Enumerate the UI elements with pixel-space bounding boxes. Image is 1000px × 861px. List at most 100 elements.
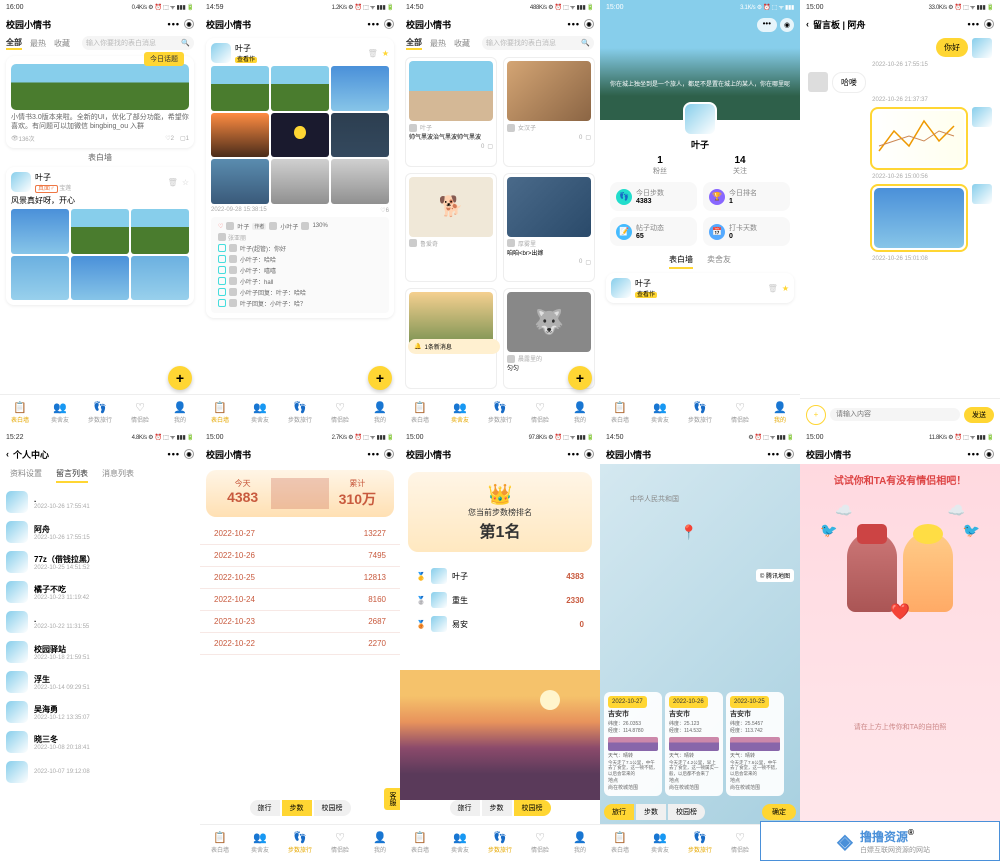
back-icon[interactable]: ‹ xyxy=(6,449,9,459)
more-icon[interactable]: ••• xyxy=(168,19,180,29)
fab-add[interactable]: + xyxy=(368,366,392,390)
nav-wall[interactable]: 📋表白墙 xyxy=(600,825,640,860)
fab-add[interactable]: + xyxy=(168,366,192,390)
feed-item[interactable]: 厚雾里咱咱<br>出嫁0▢ xyxy=(503,173,595,283)
target-icon[interactable]: ◉ xyxy=(784,449,794,459)
nav-steps[interactable]: 👣步数旅行 xyxy=(280,395,320,430)
target-icon[interactable]: ◉ xyxy=(184,449,194,459)
topic-card[interactable]: 今日话题 小情书3.0版本来啦。全新的UI，优化了部分功能，希望你喜欢。有问题可… xyxy=(6,56,194,148)
stat-rank[interactable]: 🏆今日排名1 xyxy=(703,182,790,211)
nav-roommate[interactable]: 👥卖舍友 xyxy=(440,825,480,860)
nav-couple[interactable]: ♡情侣脸 xyxy=(520,825,560,860)
message-item[interactable]: .2022-10-22 11:31:55 xyxy=(0,607,200,637)
nav-mine[interactable]: 👤我的 xyxy=(160,395,200,430)
fab-add[interactable]: + xyxy=(568,366,592,390)
nav-roommate[interactable]: 👥卖舍友 xyxy=(240,825,280,860)
stat-checkin[interactable]: 📅打卡天数0 xyxy=(703,217,790,246)
stat-steps[interactable]: 👣今日步数4383 xyxy=(610,182,697,211)
nav-mine[interactable]: 👤我的 xyxy=(560,395,600,430)
pill-travel[interactable]: 旅行 xyxy=(250,800,280,816)
target-icon[interactable]: ◉ xyxy=(584,19,594,29)
back-icon[interactable]: ‹ xyxy=(806,19,809,29)
search-input[interactable]: 输入你要找的表白消息 xyxy=(82,36,194,50)
nav-steps[interactable]: 👣步数旅行 xyxy=(80,395,120,430)
send-button[interactable]: 发送 xyxy=(964,407,994,423)
attach-button[interactable]: + xyxy=(806,405,826,425)
rank-item[interactable]: 🥇叶子4383 xyxy=(412,564,588,588)
message-item[interactable]: 浮生2022-10-14 09:29:51 xyxy=(0,667,200,697)
nav-couple[interactable]: ♡情侣脸 xyxy=(320,395,360,430)
location-card[interactable]: 2022-10-25吉安市纬度：25.5457经度：113.742天气：晴转今天… xyxy=(726,692,784,796)
post-card[interactable]: 叶子 真面♂ 宝莲 🗑 ☆ 风景真好呀，开心 xyxy=(6,167,194,305)
nav-roommate[interactable]: 👥卖舍友 xyxy=(240,395,280,430)
step-row[interactable]: 2022-10-2713227 xyxy=(200,523,400,545)
nav-couple[interactable]: ♡情侣脸 xyxy=(720,825,760,860)
nav-wall[interactable]: 📋表白墙 xyxy=(400,395,440,430)
tab-wall[interactable]: 表白墙 xyxy=(669,254,693,269)
feed-item[interactable]: 叶子帅气黑波治气黑波帅气黑波0▢ xyxy=(405,57,497,167)
comment-item[interactable]: 小叶子：嘻嘻 xyxy=(214,266,386,275)
tab-all[interactable]: 全部 xyxy=(406,37,422,50)
tab-profile[interactable]: 资料设置 xyxy=(10,468,42,483)
profile-avatar[interactable] xyxy=(683,102,717,136)
more-icon[interactable]: ••• xyxy=(968,19,980,29)
nav-steps[interactable]: 👣步数旅行 xyxy=(280,825,320,860)
step-row[interactable]: 2022-10-232687 xyxy=(200,611,400,633)
chat-msg-image-out[interactable] xyxy=(808,107,992,170)
message-input[interactable] xyxy=(830,408,960,421)
nav-wall[interactable]: 📋表白墙 xyxy=(200,395,240,430)
pill-steps[interactable]: 步数 xyxy=(282,800,312,816)
more-icon[interactable]: ••• xyxy=(568,19,580,29)
nav-roommate[interactable]: 👥卖舍友 xyxy=(40,395,80,430)
stat-posts[interactable]: 📝帖子动态65 xyxy=(610,217,697,246)
nav-wall[interactable]: 📋表白墙 xyxy=(400,825,440,860)
comment-item[interactable]: 小叶子：hall xyxy=(214,277,386,286)
feed-item[interactable]: 🐕鲁爱奇 xyxy=(405,173,497,283)
pill-steps[interactable]: 步数 xyxy=(482,800,512,816)
rank-item[interactable]: 🥉易安0 xyxy=(412,612,588,636)
pill-travel[interactable]: 旅行 xyxy=(450,800,480,816)
comment-item[interactable]: 叶子回复：小叶子：哈？ xyxy=(214,299,386,308)
comment-item[interactable]: 叶子(超管)：你好 xyxy=(214,244,386,253)
target-icon[interactable]: ◉ xyxy=(384,449,394,459)
feed-item[interactable]: 🔔1条新消息 xyxy=(405,288,497,389)
step-row[interactable]: 2022-10-222270 xyxy=(200,633,400,655)
step-row[interactable]: 2022-10-248160 xyxy=(200,589,400,611)
nav-roommate[interactable]: 👥卖舍友 xyxy=(640,395,680,430)
message-item[interactable]: 77z（借钱拉黑）2022-10-25 14:51:52 xyxy=(0,547,200,577)
tab-notifications[interactable]: 消息列表 xyxy=(102,468,134,483)
nav-steps[interactable]: 👣步数旅行 xyxy=(680,395,720,430)
notification-banner[interactable]: 🔔1条新消息 xyxy=(408,339,500,354)
pill-travel[interactable]: 旅行 xyxy=(604,804,634,820)
tab-hot[interactable]: 最热 xyxy=(430,38,446,49)
nav-steps[interactable]: 👣步数旅行 xyxy=(480,395,520,430)
target-icon[interactable]: ◉ xyxy=(184,19,194,29)
delete-icon[interactable]: 🗑 xyxy=(168,178,178,187)
location-cards[interactable]: 2022-10-27吉安市纬度：26.0353经度：114.8780天气：晴转今… xyxy=(604,692,796,796)
nav-couple[interactable]: ♡情侣脸 xyxy=(520,395,560,430)
fans-stat[interactable]: 1粉丝 xyxy=(620,155,700,176)
nav-steps[interactable]: 👣步数旅行 xyxy=(480,825,520,860)
tab-fav[interactable]: 收藏 xyxy=(54,38,70,49)
nav-couple[interactable]: ♡情侣脸 xyxy=(320,825,360,860)
message-item[interactable]: 橘子不吃2022-10-23 11:19:42 xyxy=(0,577,200,607)
nav-couple[interactable]: ♡情侣脸 xyxy=(120,395,160,430)
nav-mine[interactable]: 👤我的 xyxy=(360,395,400,430)
comment-item[interactable]: 小叶子回复：叶子：哈哈 xyxy=(214,288,386,297)
more-icon[interactable]: ••• xyxy=(757,18,777,32)
message-item[interactable]: 吴海勇2022-10-12 13:35:07 xyxy=(0,697,200,727)
nav-wall[interactable]: 📋表白墙 xyxy=(600,395,640,430)
location-card[interactable]: 2022-10-26吉安市纬度：25.123经度：114.532天气：晴转今天走… xyxy=(665,692,723,796)
delete-icon[interactable]: 🗑 xyxy=(368,49,378,58)
rank-item[interactable]: 🥈重生2330 xyxy=(412,588,588,612)
message-item[interactable]: 2022-10-07 19:12:08 xyxy=(0,757,200,787)
nav-steps[interactable]: 👣步数旅行 xyxy=(680,825,720,860)
star-icon[interactable]: ☆ xyxy=(182,178,189,187)
step-row[interactable]: 2022-10-2512813 xyxy=(200,567,400,589)
target-icon[interactable]: ◉ xyxy=(584,449,594,459)
target-icon[interactable]: ◉ xyxy=(984,19,994,29)
nav-mine[interactable]: 👤我的 xyxy=(360,825,400,860)
pill-campus[interactable]: 校园榜 xyxy=(668,804,705,820)
star-icon[interactable]: ★ xyxy=(382,49,389,58)
tab-roommate[interactable]: 卖舍友 xyxy=(707,254,731,269)
